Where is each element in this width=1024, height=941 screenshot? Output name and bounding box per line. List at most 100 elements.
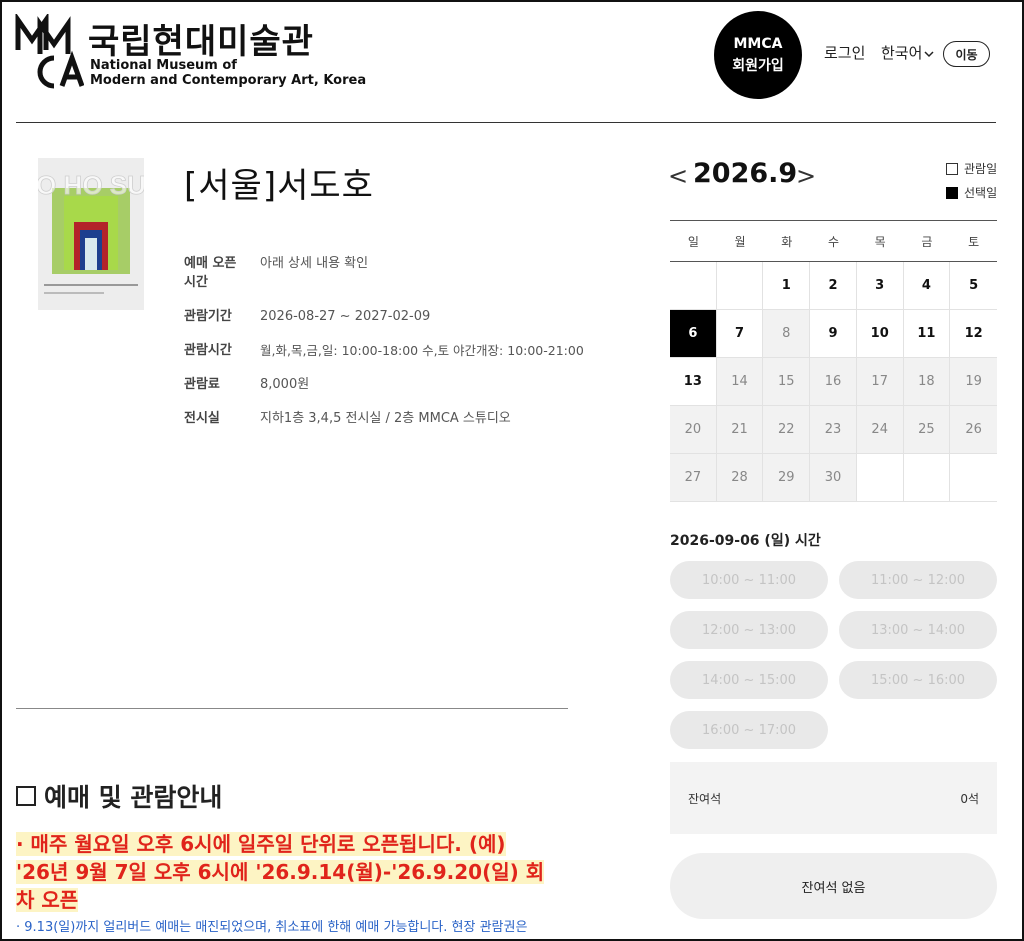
info-value: 아래 상세 내용 확인 <box>260 256 369 271</box>
weekday-label: 목 <box>874 234 886 249</box>
calendar-day: 30 <box>810 454 857 502</box>
calendar-day: 15 <box>763 358 811 406</box>
logo-english-line1: National Museum of <box>90 58 237 73</box>
calendar-day: 28 <box>716 454 764 502</box>
poster-title: DO HO SUH <box>38 170 144 200</box>
mmca-logo-icon[interactable] <box>14 14 84 90</box>
time-slot-button[interactable]: 16:00 ~ 17:00 <box>670 711 828 749</box>
calendar-empty-cell <box>856 454 904 502</box>
calendar-day[interactable]: 9 <box>810 310 857 358</box>
info-value: 월,화,목,금,일: 10:00-18:00 수,토 야간개장: 10:00-2… <box>260 343 584 358</box>
calendar-day[interactable]: 3 <box>856 262 904 310</box>
weekday-label: 화 <box>781 234 793 249</box>
weekday-label: 수 <box>827 234 840 249</box>
login-link[interactable]: 로그인 <box>824 42 865 63</box>
remaining-seats-count: 0석 <box>960 791 979 806</box>
time-section-title: 2026-09-06 (일) 시간 <box>670 533 821 549</box>
calendar-day: 27 <box>670 454 717 502</box>
weekday-label: 금 <box>921 234 933 249</box>
exhibition-title: [서울]서도호 <box>184 166 374 206</box>
calendar-month: 2026.9 <box>693 158 798 189</box>
header-divider <box>16 122 996 123</box>
calendar-day: 29 <box>763 454 811 502</box>
info-label: 예매 오픈 시간 <box>184 254 260 292</box>
calendar-day: 19 <box>950 358 997 406</box>
calendar: 일월화수목금토 1 2 3 4 5 6 7 8 9 10 11 12 13 14 15 16 17 18 19 20 2… <box>670 220 997 502</box>
calendar-day[interactable]: 13 <box>670 358 717 406</box>
time-slot-button[interactable]: 14:00 ~ 15:00 <box>670 661 828 699</box>
time-slot-button[interactable]: 10:00 ~ 11:00 <box>670 561 828 599</box>
info-label-text: 예매 오픈 시간 <box>184 256 237 290</box>
calendar-day[interactable]: 11 <box>903 310 951 358</box>
calendar-day: 14 <box>716 358 764 406</box>
time-slot-button[interactable]: 13:00 ~ 14:00 <box>839 611 997 649</box>
legend-selected-label: 선택일 <box>964 186 998 200</box>
guide-section-title: 예매 및 관람안내 <box>16 778 222 814</box>
calendar-day[interactable]: 1 <box>763 262 811 310</box>
info-value: 2026-08-27 ~ 2027-02-09 <box>260 309 431 324</box>
square-icon <box>16 786 36 806</box>
time-slot-button[interactable]: 15:00 ~ 16:00 <box>839 661 997 699</box>
calendar-day: 16 <box>810 358 857 406</box>
calendar-day[interactable]: 6 <box>670 310 717 358</box>
poster-artwork: DO HO SUH <box>38 158 144 310</box>
weekday-label: 일 <box>687 234 699 249</box>
legend-selected-day: 선택일 <box>946 184 997 201</box>
info-value: 지하1층 3,4,5 전시실 / 2층 MMCA 스튜디오 <box>260 411 511 426</box>
logo-english-line2: Modern and Contemporary Art, Korea <box>90 73 367 88</box>
guide-title-text: 예매 및 관람안내 <box>44 783 223 812</box>
weekday-label: 월 <box>734 234 746 249</box>
go-button[interactable]: 이동 <box>943 41 990 67</box>
logo-korean[interactable]: 국립현대미술관 <box>88 14 314 63</box>
weekday-label: 토 <box>968 234 980 249</box>
calendar-empty-cell <box>903 454 951 502</box>
info-label: 관람기간 <box>184 309 232 324</box>
chevron-down-icon <box>924 51 934 58</box>
calendar-day: 8 <box>763 310 811 358</box>
info-row-gallery: 전시실 지하1층 3,4,5 전시실 / 2층 MMCA 스튜디오 <box>184 409 511 428</box>
calendar-day: 18 <box>903 358 951 406</box>
calendar-day[interactable]: 2 <box>810 262 857 310</box>
calendar-grid: 1 2 3 4 5 6 7 8 9 10 11 12 13 14 15 16 17 18 19 20 21 22 23 24 2… <box>670 262 997 502</box>
notice-red-text: · 매주 월요일 오후 6시에 일주일 단위로 오픈됩니다. (예) '26년 … <box>16 830 546 914</box>
notice-red-highlight: · 매주 월요일 오후 6시에 일주일 단위로 오픈됩니다. (예) '26년 … <box>16 832 545 912</box>
info-row-hours: 관람시간 월,화,목,금,일: 10:00-18:00 수,토 야간개장: 10… <box>184 341 584 360</box>
calendar-day: 23 <box>810 406 857 454</box>
calendar-weekday-header: 일월화수목금토 <box>670 221 997 262</box>
calendar-day: 21 <box>716 406 764 454</box>
next-month-button[interactable]: > <box>796 162 816 190</box>
join-label-line2: 회원가입 <box>732 58 784 74</box>
info-label: 관람시간 <box>184 343 232 358</box>
calendar-day[interactable]: 4 <box>903 262 951 310</box>
language-label: 한국어 <box>881 44 923 62</box>
info-row-open-time: 예매 오픈 시간 아래 상세 내용 확인 <box>184 254 368 292</box>
calendar-empty-cell <box>950 454 997 502</box>
legend-filled-square-icon <box>946 186 958 199</box>
calendar-day[interactable]: 5 <box>950 262 997 310</box>
logo-english[interactable]: National Museum of Modern and Contempora… <box>90 58 366 88</box>
legend-outline-square-icon <box>946 162 958 175</box>
join-label-line1: MMCA <box>733 36 783 52</box>
calendar-day: 25 <box>903 406 951 454</box>
time-slot-button[interactable]: 12:00 ~ 13:00 <box>670 611 828 649</box>
remaining-seats-panel: 잔여석 0석 <box>670 762 997 834</box>
calendar-day[interactable]: 7 <box>716 310 764 358</box>
notice-blue-text: · 9.13(일)까지 얼리버드 예매는 매진되었으며, 취소표에 한해 예매 … <box>16 920 528 935</box>
member-join-button[interactable]: MMCA 회원가입 <box>714 11 802 99</box>
language-select[interactable]: 한국어 <box>881 42 934 63</box>
info-row-fee: 관람료 8,000원 <box>184 375 309 394</box>
prev-month-button[interactable]: < <box>668 162 688 190</box>
legend-viewing-label: 관람일 <box>964 162 998 176</box>
time-slot-button[interactable]: 11:00 ~ 12:00 <box>839 561 997 599</box>
section-divider <box>16 708 568 709</box>
calendar-day: 26 <box>950 406 997 454</box>
exhibition-poster: DO HO SUH <box>38 158 144 310</box>
calendar-day: 22 <box>763 406 811 454</box>
info-label: 관람료 <box>184 377 220 392</box>
calendar-day[interactable]: 10 <box>856 310 904 358</box>
sold-out-button[interactable]: 잔여석 없음 <box>670 853 997 919</box>
calendar-day[interactable]: 12 <box>950 310 997 358</box>
info-label: 전시실 <box>184 411 220 426</box>
calendar-day: 24 <box>856 406 904 454</box>
calendar-day: 20 <box>670 406 717 454</box>
